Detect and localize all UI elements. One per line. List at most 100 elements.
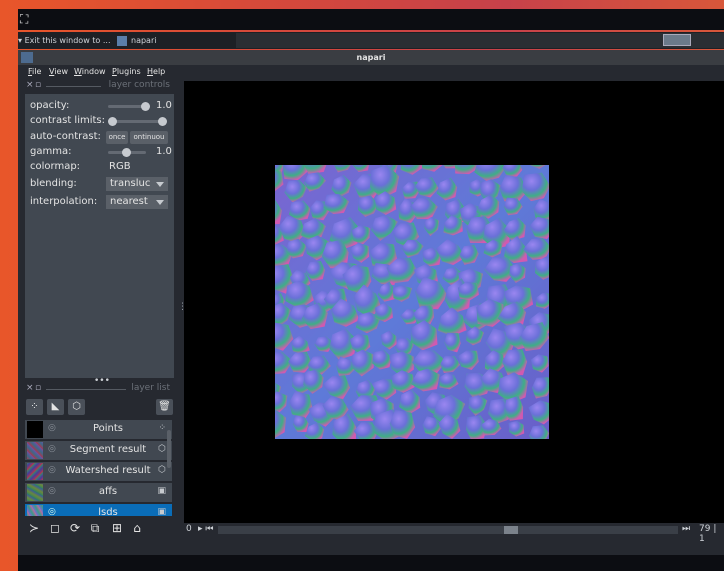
shapes-icon: ◣ [51,401,60,412]
grid-view-button[interactable]: ⊞ [109,520,125,536]
contrast-max-handle[interactable] [158,117,167,126]
layer-controls-header: × ▫ layer controls [24,80,170,92]
layer-controls-title: layer controls [108,80,170,90]
layer-name[interactable]: affs [61,486,155,497]
auto-contrast-once-button[interactable]: once [106,131,128,144]
taskbar: ▾ Exit this window to ... napari [18,32,724,49]
dims-axis-label: 0 [186,524,192,534]
close-dock-icon[interactable]: × [26,383,34,393]
menu-help[interactable]: Help [147,67,165,76]
window-titlebar[interactable]: napari [18,50,724,65]
colormap-value: RGB [109,161,131,172]
desktop-bottom-bar [18,555,724,571]
colormap-label: colormap: [30,161,81,172]
layer-name[interactable]: lsds [61,507,155,516]
chevron-down-icon [156,182,164,187]
taskbar-item-napari[interactable]: napari [117,32,156,49]
visibility-toggle-icon[interactable]: ◎ [48,507,56,516]
blending-combobox-value: transluc [110,178,151,189]
dims-slider-track[interactable] [218,526,678,534]
blending-combobox[interactable]: transluc [106,177,168,191]
layer-name[interactable]: Watershed result [61,465,155,476]
menu-bar: File View Window Plugins Help [18,65,724,79]
interpolation-combobox-value: nearest [110,196,148,207]
dims-slider-bar: 0 ▸ ⏮ ⏭ 79 | 1 [184,523,724,544]
auto-contrast-continuous-button[interactable]: ontinuou [130,131,168,144]
taskbar-item-exit[interactable]: ▾ Exit this window to ... [18,32,111,49]
layer-thumbnail [27,463,43,480]
transpose-icon: ⧉ [90,521,100,535]
roll-dims-button[interactable]: ⟳ [67,520,83,536]
menu-plugins[interactable]: Plugins [112,67,141,76]
skip-end-icon[interactable]: ⏭ [682,524,690,534]
layer-thumbnail [27,484,43,501]
layer-row-segment-result[interactable]: ◎ Segment result ⬡ [25,441,172,460]
layer-row-watershed-result[interactable]: ◎ Watershed result ⬡ [25,462,172,481]
layer-row-lsds[interactable]: ◎ lsds ▣ [25,504,172,516]
delete-layer-button[interactable]: 🗑 [156,399,173,415]
layer-list-scrollbar[interactable] [167,430,171,468]
viewer-canvas[interactable] [184,81,724,523]
layer-name[interactable]: Points [61,423,155,434]
visibility-toggle-icon[interactable]: ◎ [48,465,56,475]
menu-window[interactable]: Window [74,67,106,76]
tag-icon: ⬡ [158,444,166,454]
points-icon: ⁘ [158,423,166,433]
float-dock-icon[interactable]: ▫ [35,383,41,393]
chevron-down-icon [156,200,164,205]
opacity-label: opacity: [30,100,70,111]
napari-app-icon [117,35,127,46]
taskbar-item-exit-label: Exit this window to ... [24,36,111,45]
gamma-value[interactable]: 1.0 [156,146,172,157]
layer-list-title: layer list [131,383,170,393]
layer-controls-panel: opacity: 1.0 contrast limits: auto-contr… [25,94,174,378]
window-title: napari [356,53,386,62]
tag-icon: ⬡ [72,401,81,412]
layer-name[interactable]: Segment result [61,444,155,455]
float-dock-icon[interactable]: ▫ [35,80,41,90]
play-button[interactable]: ▸ ⏮ [198,524,213,534]
toggle-ndisplay-button[interactable]: ◻ [47,520,63,536]
square-icon: ◻ [50,521,60,535]
interpolation-combobox[interactable]: nearest [106,195,168,209]
interpolation-label: interpolation: [30,196,98,207]
points-icon: ⁘ [30,401,39,412]
desktop-top-bar: ⛶ [18,9,724,30]
close-dock-icon[interactable]: × [26,80,34,90]
trash-icon: 🗑 [158,401,171,412]
contrast-limits-slider[interactable] [112,120,162,123]
roll-icon: ⟳ [69,521,81,535]
new-points-layer-button[interactable]: ⁘ [26,399,43,415]
contrast-min-handle[interactable] [108,117,117,126]
layer-row-points[interactable]: ◎ Points ⁘ [25,420,172,439]
layer-thumbnail [27,421,43,438]
layer-thumbnail [27,505,43,516]
layer-list-header: × ▫ layer list [24,383,170,395]
visibility-toggle-icon[interactable]: ◎ [48,423,56,433]
dims-total-value: 1 [699,534,705,544]
visibility-toggle-icon[interactable]: ◎ [48,486,56,496]
reset-view-button[interactable]: ⌂ [129,520,145,536]
home-icon: ⌂ [133,521,141,535]
new-labels-layer-button[interactable]: ⬡ [68,399,85,415]
auto-contrast-label: auto-contrast: [30,131,101,142]
opacity-slider-handle[interactable] [141,102,150,111]
move-icon[interactable]: ⛶ [20,12,28,27]
dims-slider-handle[interactable] [504,526,518,534]
cell-texture [275,165,549,439]
gamma-label: gamma: [30,146,72,157]
dims-current-value[interactable]: 79 | 1 [699,524,724,544]
menu-view[interactable]: View [49,67,68,76]
transpose-dims-button[interactable]: ⧉ [87,520,103,536]
menu-file[interactable]: File [28,67,41,76]
new-shapes-layer-button[interactable]: ◣ [47,399,64,415]
workspace-switcher-icon[interactable] [663,34,691,46]
napari-window: napari File View Window Plugins Help × ▫… [18,50,724,555]
visibility-toggle-icon[interactable]: ◎ [48,444,56,454]
image-icon: ▣ [157,507,166,516]
gamma-slider-handle[interactable] [122,148,131,157]
dims-current-value-text: 79 [699,524,711,534]
console-button[interactable]: ≻ [26,520,42,536]
opacity-value[interactable]: 1.0 [156,100,172,111]
layer-row-affs[interactable]: ◎ affs ▣ [25,483,172,502]
